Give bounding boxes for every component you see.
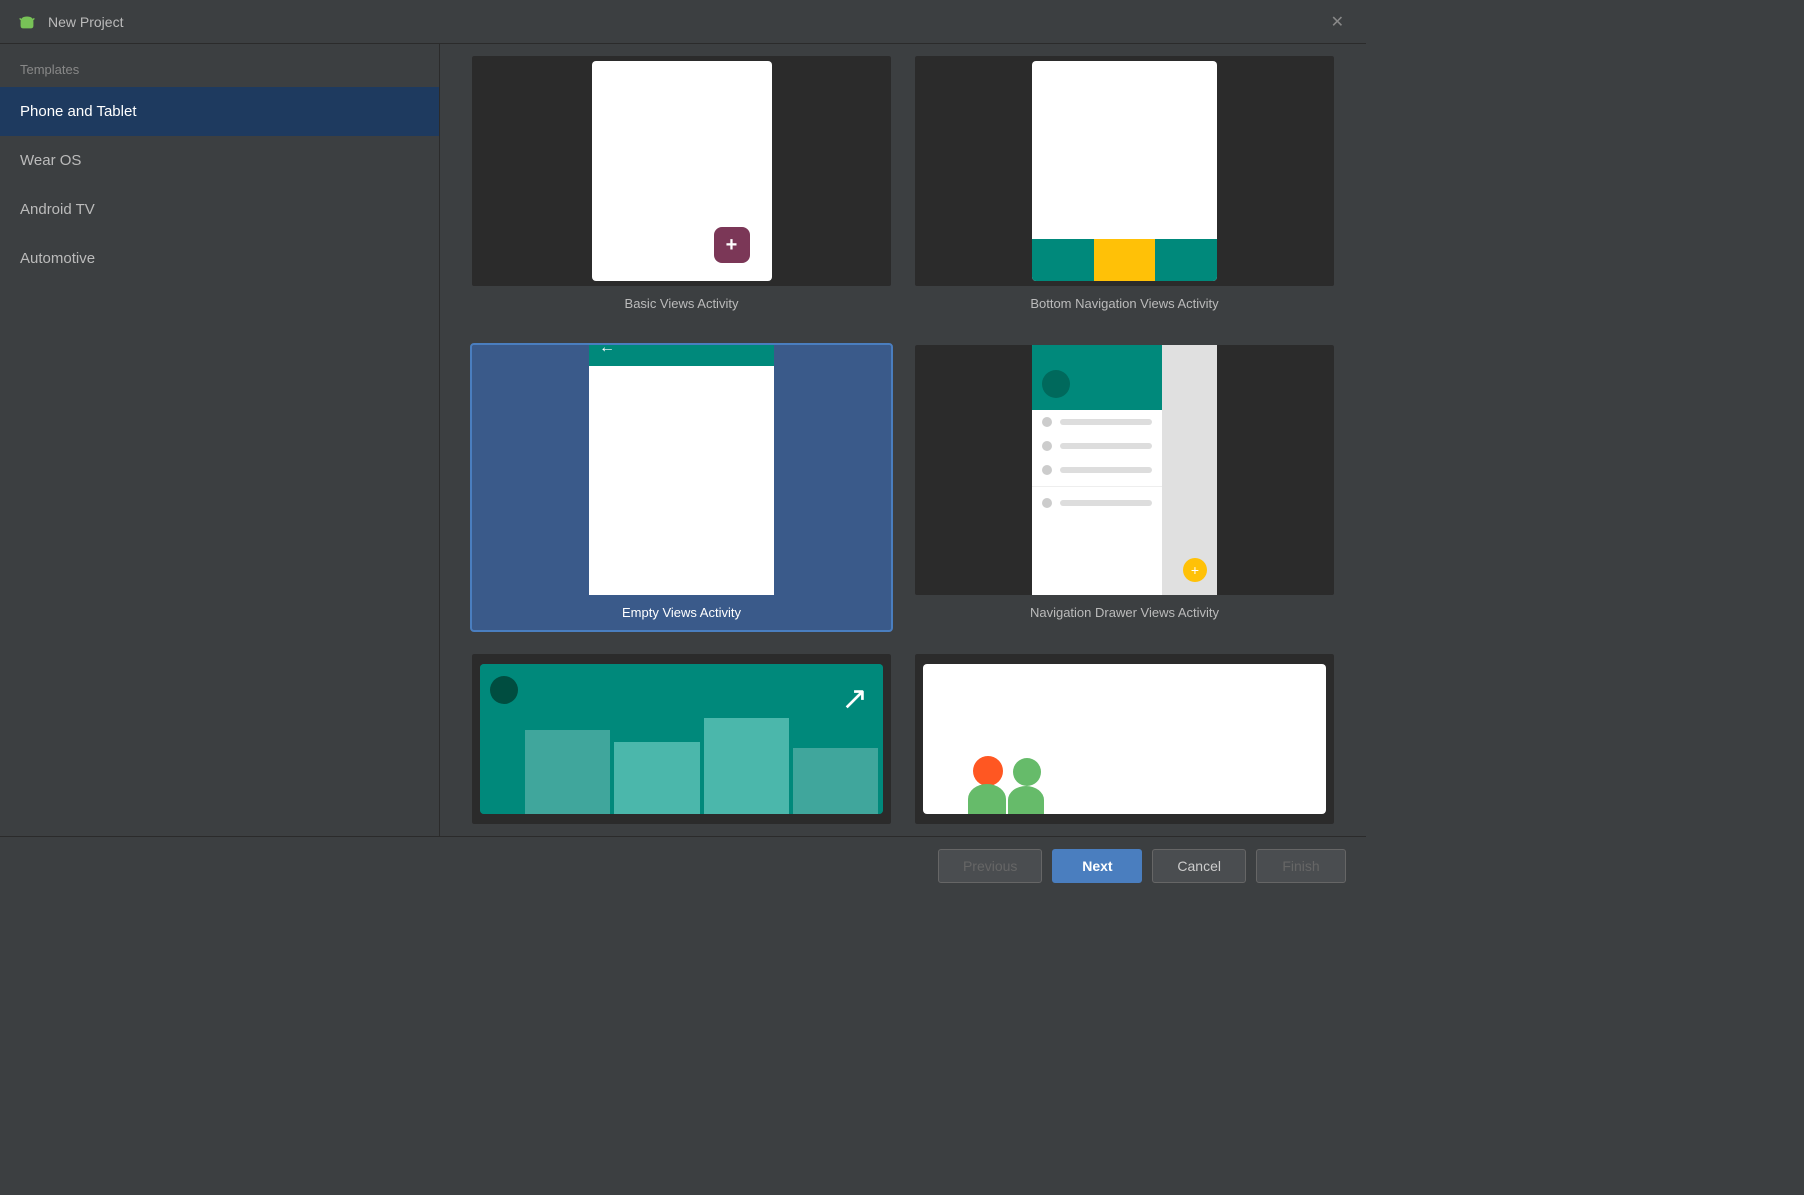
menu-dot-4 xyxy=(1042,498,1052,508)
new-project-window: New Project ✕ Templates Phone and Tablet… xyxy=(0,0,1366,895)
sidebar-item-automotive[interactable]: Automotive xyxy=(0,234,439,283)
templates-section-label: Templates xyxy=(0,54,439,87)
template-card-chart[interactable]: ↗ xyxy=(470,652,893,826)
close-button[interactable]: ✕ xyxy=(1325,10,1350,34)
template-preview-chart: ↗ xyxy=(472,654,891,824)
person-head-icon xyxy=(973,756,1003,786)
menu-dot-3 xyxy=(1042,465,1052,475)
drawer-menu-item-3 xyxy=(1032,458,1162,482)
preview-basic-views-mockup: + xyxy=(592,61,772,281)
bottom-nav-bar xyxy=(1032,239,1217,281)
preview-empty-views-mockup: ← xyxy=(589,345,774,595)
nav-segment-1 xyxy=(1032,239,1094,281)
sidebar: Templates Phone and Tablet Wear OS Andro… xyxy=(0,44,440,836)
template-label-empty-views: Empty Views Activity xyxy=(472,595,891,630)
preview-person-mockup xyxy=(923,664,1326,814)
menu-line-1 xyxy=(1060,419,1152,425)
templates-grid: + Basic Views Activity xyxy=(440,44,1366,836)
next-button[interactable]: Next xyxy=(1052,849,1142,883)
template-preview-person xyxy=(915,654,1334,824)
finish-button[interactable]: Finish xyxy=(1256,849,1346,883)
menu-line-3 xyxy=(1060,467,1152,473)
titlebar: New Project ✕ xyxy=(0,0,1366,44)
person2-head-icon xyxy=(1013,758,1041,786)
sidebar-item-android-tv[interactable]: Android TV xyxy=(0,185,439,234)
preview-chart-mockup: ↗ xyxy=(480,664,883,814)
drawer-divider xyxy=(1032,486,1162,487)
menu-line-2 xyxy=(1060,443,1152,449)
chart-circle-icon xyxy=(490,676,518,704)
menu-dot-2 xyxy=(1042,441,1052,451)
chart-arrow-icon: ↗ xyxy=(841,679,868,717)
nav-segment-3 xyxy=(1155,239,1217,281)
template-card-basic-views[interactable]: + Basic Views Activity xyxy=(470,54,893,323)
menu-dot-1 xyxy=(1042,417,1052,427)
template-label-nav-drawer: Navigation Drawer Views Activity xyxy=(915,595,1334,630)
chart-bar-2 xyxy=(614,742,699,814)
template-card-empty-views[interactable]: ← Empty Views Activity xyxy=(470,343,893,632)
chart-grid-area xyxy=(520,694,883,814)
template-card-nav-drawer[interactable]: + Navigation Drawer Views Activity xyxy=(913,343,1336,632)
fab-drawer-icon: + xyxy=(1183,558,1207,582)
chart-bar-1 xyxy=(525,730,610,814)
drawer-menu-item-1 xyxy=(1032,410,1162,434)
fab-icon: + xyxy=(714,227,750,263)
drawer-panel xyxy=(1032,345,1162,595)
template-card-person[interactable] xyxy=(913,652,1336,826)
template-card-bottom-nav[interactable]: Bottom Navigation Views Activity xyxy=(913,54,1336,323)
person-body-icon xyxy=(968,784,1006,814)
preview-bottom-nav-mockup xyxy=(1032,61,1217,281)
template-label-basic-views: Basic Views Activity xyxy=(472,286,891,321)
window-title: New Project xyxy=(48,14,1325,30)
nav-segment-2 xyxy=(1094,239,1156,281)
android-icon xyxy=(16,11,38,33)
person2-body-icon xyxy=(1008,786,1044,814)
main-content: + Basic Views Activity xyxy=(440,44,1366,836)
footer: Previous Next Cancel Finish xyxy=(0,836,1366,895)
empty-views-topbar: ← xyxy=(589,345,774,366)
chart-bar-3 xyxy=(704,718,789,814)
side-overlay xyxy=(1162,345,1217,595)
preview-nav-drawer-mockup: + xyxy=(1032,345,1217,595)
back-arrow-icon: ← xyxy=(599,345,615,357)
template-label-bottom-nav: Bottom Navigation Views Activity xyxy=(915,286,1334,321)
menu-line-4 xyxy=(1060,500,1152,506)
drawer-circle-icon xyxy=(1042,370,1070,398)
drawer-header xyxy=(1032,345,1162,410)
previous-button[interactable]: Previous xyxy=(938,849,1042,883)
sidebar-item-wear-os[interactable]: Wear OS xyxy=(0,136,439,185)
drawer-menu-item-2 xyxy=(1032,434,1162,458)
cancel-button[interactable]: Cancel xyxy=(1152,849,1246,883)
sidebar-item-phone-tablet[interactable]: Phone and Tablet xyxy=(0,87,439,136)
template-preview-basic-views: + xyxy=(472,56,891,286)
template-preview-bottom-nav xyxy=(915,56,1334,286)
content-area: Templates Phone and Tablet Wear OS Andro… xyxy=(0,44,1366,836)
chart-bar-4 xyxy=(793,748,878,814)
template-preview-empty-views: ← xyxy=(472,345,891,595)
template-preview-nav-drawer: + xyxy=(915,345,1334,595)
drawer-menu-item-4 xyxy=(1032,491,1162,515)
